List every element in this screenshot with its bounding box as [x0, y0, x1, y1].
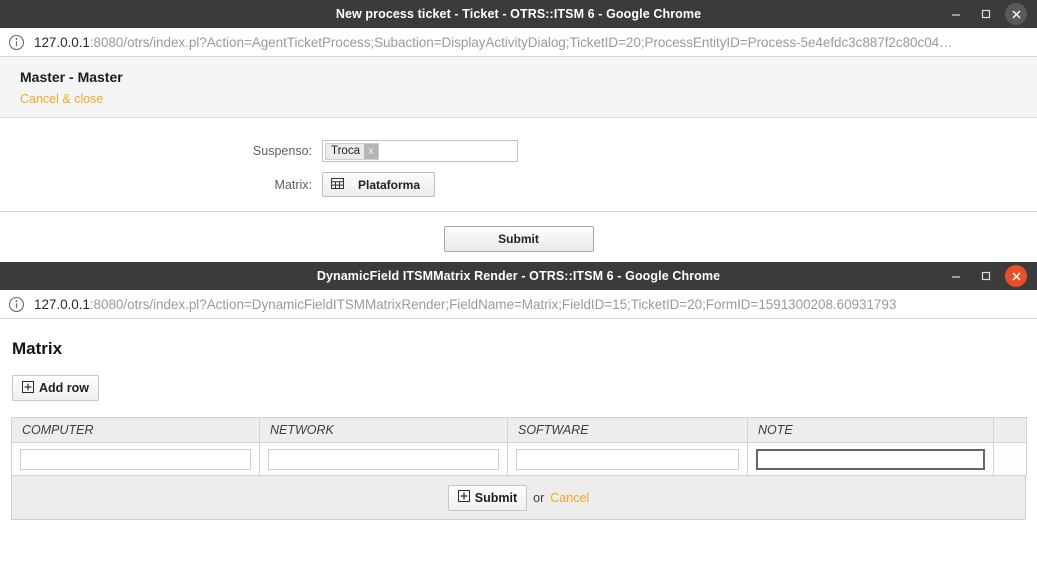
window2-title: DynamicField ITSMMatrix Render - OTRS::I… — [316, 269, 721, 283]
submit-label: Submit — [474, 490, 518, 505]
cell-note — [747, 442, 994, 476]
close-icon — [1005, 265, 1027, 287]
column-header-note: NOTE — [747, 417, 994, 443]
cell-actions — [993, 442, 1027, 476]
or-label: or — [533, 490, 545, 505]
cancel-and-close-link[interactable]: Cancel & close — [20, 92, 103, 106]
window-new-process-ticket: New process ticket - Ticket - OTRS::ITSM… — [0, 0, 1037, 258]
window1-controls — [941, 0, 1031, 28]
activity-dialog-title: Master - Master — [20, 69, 123, 85]
table-grid-icon — [331, 177, 344, 193]
field-row-suspenso: Suspenso: Troca x — [0, 140, 1037, 162]
matrix-footer-bar: Submit or Cancel — [11, 476, 1026, 520]
note-input[interactable] — [756, 448, 985, 470]
activity-dialog-form: Suspenso: Troca x Matrix: Plataforma Sub… — [0, 118, 1037, 252]
computer-input[interactable] — [20, 448, 251, 470]
titlebar-window2[interactable]: DynamicField ITSMMatrix Render - OTRS::I… — [0, 262, 1037, 290]
software-input[interactable] — [516, 448, 739, 470]
urlbar-window2[interactable]: 127.0.0.1:8080/otrs/index.pl?Action=Dyna… — [0, 290, 1037, 319]
url-text-window2: 127.0.0.1:8080/otrs/index.pl?Action=Dyna… — [34, 297, 896, 312]
column-header-software: SOFTWARE — [507, 417, 748, 443]
submit-button-window2[interactable]: Submit — [447, 484, 528, 511]
minimize-icon[interactable] — [941, 262, 971, 290]
matrix-button-label: Plataforma — [358, 177, 421, 192]
suspenso-input[interactable]: Troca x — [322, 140, 518, 162]
url-path-window2: :8080/otrs/index.pl?Action=DynamicFieldI… — [89, 296, 897, 312]
urlbar-window1[interactable]: 127.0.0.1:8080/otrs/index.pl?Action=Agen… — [0, 28, 1037, 57]
table-row — [11, 442, 1027, 476]
matrix-table: COMPUTER NETWORK SOFTWARE NOTE — [11, 417, 1027, 476]
suspenso-token: Troca x — [325, 142, 379, 160]
cell-network — [259, 442, 508, 476]
add-row-label: Add row — [39, 381, 89, 395]
close-button[interactable] — [1001, 0, 1031, 28]
activity-dialog-header: Master - Master Cancel & close — [0, 57, 1037, 118]
cell-software — [507, 442, 748, 476]
matrix-render-body: Matrix Add row COMPUTER NETWORK SOFTWARE… — [0, 319, 1037, 520]
table-header-row: COMPUTER NETWORK SOFTWARE NOTE — [11, 417, 1027, 443]
window-matrix-render: DynamicField ITSMMatrix Render - OTRS::I… — [0, 262, 1037, 569]
submit-button-window1[interactable]: Submit — [443, 226, 594, 252]
titlebar-window1[interactable]: New process ticket - Ticket - OTRS::ITSM… — [0, 0, 1037, 28]
add-row-wrap: Add row — [0, 359, 1037, 417]
network-input[interactable] — [268, 448, 499, 470]
column-header-actions — [993, 417, 1027, 443]
matrix-table-body — [11, 442, 1027, 476]
suspenso-token-label: Troca — [331, 145, 360, 157]
url-host-window1: 127.0.0.1 — [34, 34, 90, 50]
url-host-window2: 127.0.0.1 — [34, 296, 90, 312]
matrix-plataforma-button[interactable]: Plataforma — [322, 172, 436, 197]
page-title: Matrix — [12, 339, 63, 358]
info-circle-icon — [8, 296, 25, 313]
minimize-icon[interactable] — [941, 0, 971, 28]
matrix-label: Matrix: — [274, 177, 313, 192]
column-header-computer: COMPUTER — [11, 417, 260, 443]
suspenso-label: Suspenso: — [252, 144, 312, 158]
cancel-link[interactable]: Cancel — [550, 491, 589, 505]
url-path-window1: :8080/otrs/index.pl?Action=AgentTicketPr… — [89, 34, 953, 50]
column-header-network: NETWORK — [259, 417, 508, 443]
maximize-icon[interactable] — [971, 262, 1001, 290]
add-row-button[interactable]: Add row — [12, 375, 99, 401]
url-text-window1: 127.0.0.1:8080/otrs/index.pl?Action=Agen… — [34, 35, 953, 50]
maximize-icon[interactable] — [971, 0, 1001, 28]
activity-dialog-submit-bar: Submit — [0, 211, 1037, 252]
info-circle-icon — [8, 34, 25, 51]
window2-controls — [941, 262, 1031, 290]
plus-box-icon — [22, 380, 34, 396]
plus-box-icon — [457, 490, 470, 505]
matrix-table-head: COMPUTER NETWORK SOFTWARE NOTE — [11, 417, 1027, 443]
field-row-matrix: Matrix: Plataforma — [0, 172, 1037, 197]
close-icon — [1005, 3, 1027, 25]
close-button[interactable] — [1001, 262, 1031, 290]
remove-token-icon[interactable]: x — [363, 143, 378, 159]
window1-title: New process ticket - Ticket - OTRS::ITSM… — [335, 7, 702, 21]
cell-computer — [11, 442, 260, 476]
